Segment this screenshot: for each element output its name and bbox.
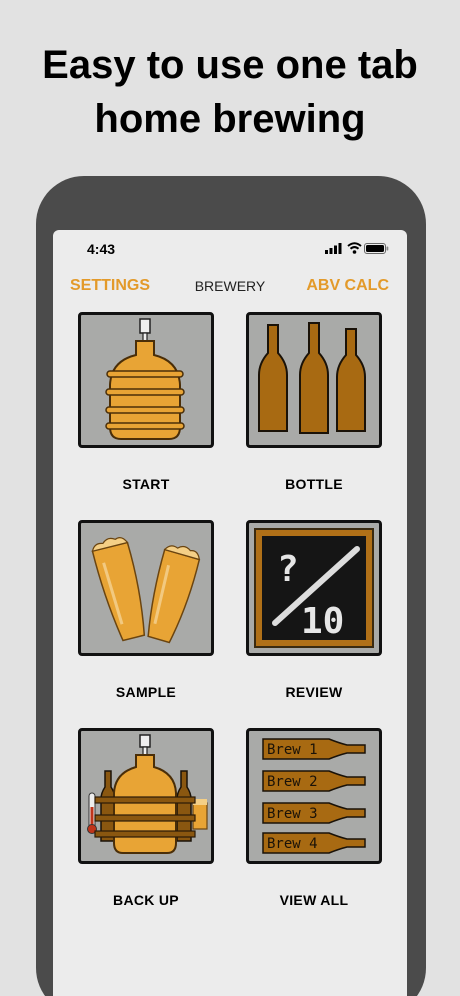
chalk-ten: 10 (301, 601, 344, 642)
back-up-tile[interactable] (78, 728, 214, 864)
battery-icon (364, 243, 389, 254)
sample-label: SAMPLE (115, 684, 177, 700)
bottle-label-3: Brew 3 (267, 806, 318, 822)
start-tile[interactable] (78, 312, 214, 448)
review-tile[interactable]: ? 10 (246, 520, 382, 656)
back-up-label: BACK UP (113, 892, 179, 908)
bottle-list-icon: Brew 1 Brew 2 Brew 3 Brew 4 (262, 738, 366, 854)
bottle-label-2: Brew 2 (267, 774, 318, 790)
headline: Easy to use one tab home brewing (0, 38, 460, 146)
view-all-tile[interactable]: Brew 1 Brew 2 Brew 3 Brew 4 (246, 728, 382, 864)
bottles-icon (258, 322, 366, 434)
abv-calc-button[interactable]: ABV CALC (306, 277, 389, 295)
beer-glasses-icon (91, 537, 201, 644)
start-label: START (122, 476, 170, 492)
headline-line-1: Easy to use one tab (42, 43, 418, 87)
bottle-tile[interactable] (246, 312, 382, 448)
review-label: REVIEW (285, 684, 343, 700)
status-time: 4:43 (87, 241, 116, 257)
status-icons (325, 240, 389, 256)
wifi-icon (347, 242, 362, 254)
nav-bar: SETTINGS BREWERY ABV CALC (53, 274, 407, 300)
sample-tile[interactable] (78, 520, 214, 656)
bottle-label: BOTTLE (285, 476, 343, 492)
app-screen: 4:43 SETTINGS BREWERY ABV CALC START BOT… (53, 230, 407, 996)
headline-line-2: home brewing (94, 97, 366, 141)
signal-icon (325, 243, 342, 254)
view-all-label: VIEW ALL (279, 892, 349, 908)
chalk-question-mark: ? (277, 549, 299, 590)
bottle-label-4: Brew 4 (267, 836, 318, 852)
chalkboard-rating-icon: ? 10 (254, 528, 374, 648)
brewery-setup-icon (87, 734, 208, 854)
bottle-label-1: Brew 1 (267, 742, 318, 758)
carboy-icon (105, 318, 185, 440)
